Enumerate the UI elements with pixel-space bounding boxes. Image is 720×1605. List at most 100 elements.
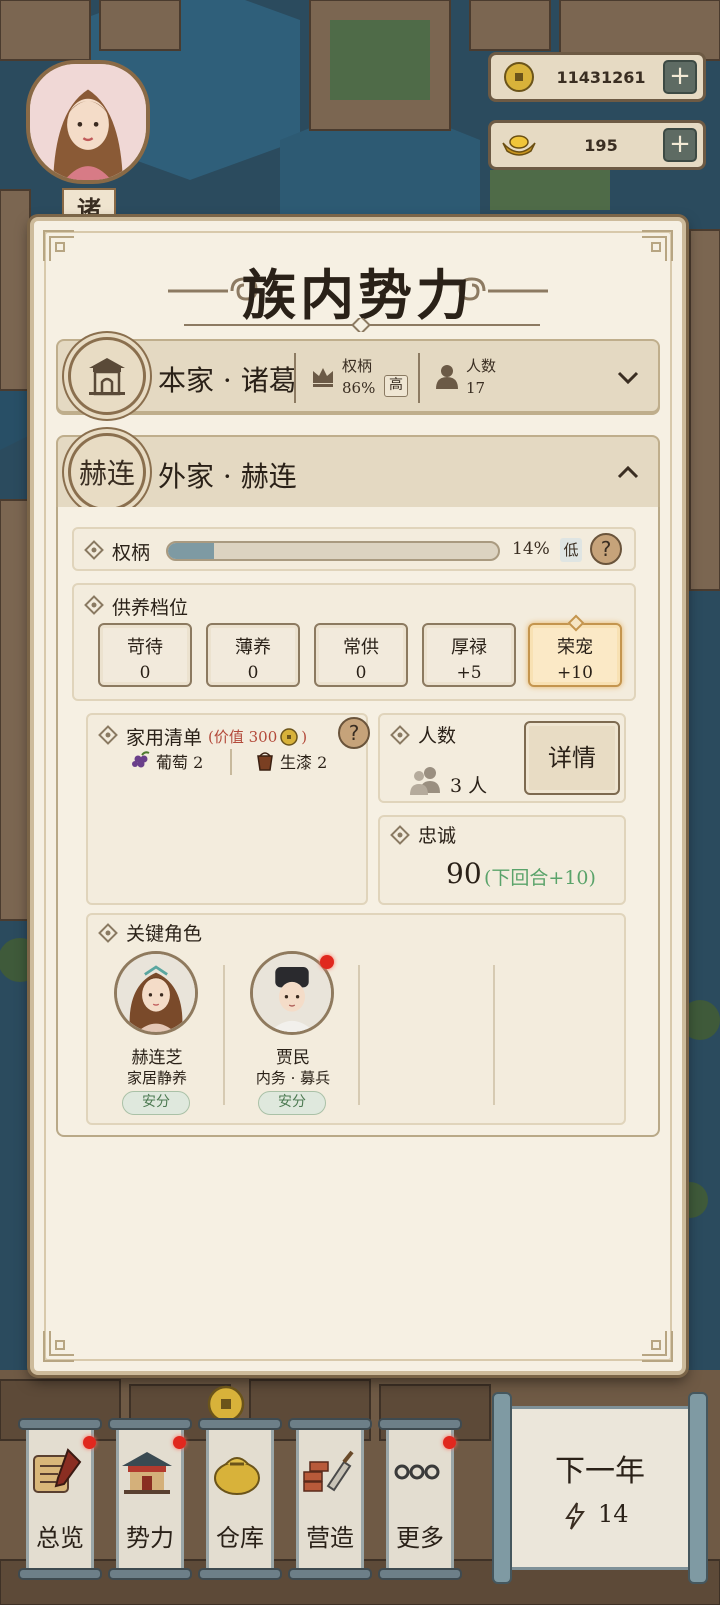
corner-ornament-icon: [640, 1329, 674, 1363]
tier-button-regular[interactable]: 常供 0: [314, 623, 408, 687]
tier-button-meager[interactable]: 薄养 0: [206, 623, 300, 687]
character-role: 内务 · 募兵: [255, 1069, 331, 1087]
notification-dot: [320, 955, 334, 969]
gate-house-icon: [89, 358, 125, 396]
tab-label: 总览: [36, 1524, 84, 1552]
outer-family-details: 权柄 14% 低 ? 供养档位 苛待 0 薄养 0 常供 0 厚禄 +5 荣宠 …: [56, 507, 660, 1137]
diamond-bullet-icon: [98, 725, 118, 745]
power-percent: 14%: [512, 539, 550, 559]
people-group-icon: [408, 765, 442, 795]
add-gold-button[interactable]: +: [663, 128, 697, 162]
main-power-value: 86%: [342, 379, 376, 397]
power-bar-row: 权柄 14% 低 ?: [72, 527, 636, 571]
gold-ingot-icon: [499, 125, 539, 165]
details-button[interactable]: 详情: [524, 721, 620, 795]
character-role: 家居静养: [126, 1069, 187, 1087]
headcount-label: 人数: [418, 725, 457, 747]
main-family-emblem: [68, 337, 146, 415]
main-family-row[interactable]: 本家 · 诸葛 权柄 86% 高 人数 17: [56, 337, 660, 415]
loyalty-box: 忠诚 90 (下回合+10): [378, 815, 626, 905]
avatar-name: 诸: [62, 188, 116, 224]
main-people-value: 17: [466, 379, 486, 397]
diamond-bullet-icon: [390, 725, 410, 745]
person-icon: [434, 363, 460, 389]
household-help-button[interactable]: ?: [338, 717, 370, 749]
tab-label: 仓库: [216, 1524, 264, 1552]
loyalty-label: 忠诚: [418, 825, 457, 847]
main-power-label: 权柄: [342, 357, 373, 375]
grape-icon: [132, 751, 150, 768]
chevron-down-icon[interactable]: [616, 365, 640, 389]
character-card[interactable]: 赫连芝 家居静养 安分: [88, 951, 226, 1115]
avatar-portrait: [26, 60, 150, 184]
gold-ingot-counter: 195 +: [488, 120, 706, 170]
tab-construction[interactable]: 营造: [288, 1418, 372, 1580]
chevron-up-icon[interactable]: [616, 461, 640, 485]
character-status-badge: 安分: [258, 1091, 326, 1115]
headcount-value: 3 人: [450, 775, 488, 797]
power-level-badge: 高: [384, 375, 408, 397]
power-help-button[interactable]: ?: [590, 533, 622, 565]
tab-warehouse[interactable]: 仓库: [198, 1418, 282, 1580]
money-bag-icon: [208, 1442, 266, 1500]
notification-dot: [173, 1436, 186, 1449]
power-label: 权柄: [112, 542, 151, 564]
power-level-badge: 低: [560, 538, 582, 562]
lacquer-bucket-icon: [257, 752, 273, 771]
notification-dot: [443, 1436, 456, 1449]
tab-label: 营造: [306, 1524, 354, 1552]
character-status-badge: 安分: [122, 1091, 190, 1115]
next-year-button[interactable]: 下一年 14: [492, 1392, 708, 1584]
title-underline: [184, 315, 540, 335]
household-item: 生漆 2: [254, 749, 327, 773]
outer-family-name: 外家 · 赫连: [158, 460, 297, 493]
tier-button-generous[interactable]: 厚禄 +5: [422, 623, 516, 687]
selected-marker-icon: [567, 614, 585, 632]
tier-button-harsh[interactable]: 苛待 0: [98, 623, 192, 687]
palace-icon: [118, 1442, 176, 1500]
outer-family-emblem-text: 赫连: [78, 457, 135, 490]
household-label: 家用清单: [126, 727, 203, 749]
support-tier-box: 供养档位 苛待 0 薄养 0 常供 0 厚禄 +5 荣宠 +10: [72, 583, 636, 701]
diamond-bullet-icon: [98, 923, 118, 943]
tab-label: 更多: [396, 1524, 444, 1552]
gold-amount: 195: [584, 135, 618, 155]
diamond-bullet-icon: [390, 825, 410, 845]
tab-overview[interactable]: 总览: [18, 1418, 102, 1580]
diamond-bullet-icon: [84, 540, 104, 560]
clan-power-panel: 族内势力 本家 · 诸葛 权柄 86% 高 人数 17 赫连 外家 · 赫连 权…: [30, 217, 686, 1375]
main-people-label: 人数: [466, 357, 497, 375]
copper-coin-icon: [280, 727, 299, 746]
main-family-name: 本家 · 诸葛: [158, 364, 297, 397]
copper-coin-counter: 11431261 +: [488, 52, 706, 102]
character-portrait: [114, 951, 198, 1035]
player-avatar[interactable]: 诸: [18, 50, 158, 224]
key-roles-box: 关键角色 赫连芝 家居静养 安分 贾民 内务 · 募兵 安分: [86, 913, 626, 1125]
power-progress-bar: [166, 541, 500, 561]
support-tier-label: 供养档位: [112, 597, 189, 619]
more-dots-icon: [388, 1442, 446, 1500]
copper-coin-icon: [499, 57, 539, 97]
scroll-brush-icon: [28, 1442, 86, 1500]
diamond-bullet-icon: [84, 595, 104, 615]
loyalty-value: 90: [446, 857, 482, 890]
character-card[interactable]: 贾民 内务 · 募兵 安分: [224, 951, 362, 1115]
tab-power[interactable]: 势力: [108, 1418, 192, 1580]
household-item: 葡萄 2: [130, 749, 203, 773]
lightning-icon: [564, 1502, 586, 1530]
notification-dot: [83, 1436, 96, 1449]
household-value: (价值 300 ): [208, 727, 308, 747]
tab-more[interactable]: 更多: [378, 1418, 462, 1580]
trowel-bricks-icon: [298, 1442, 356, 1500]
power-progress-fill: [168, 543, 215, 559]
energy-count: 14: [598, 1500, 629, 1528]
tier-button-favored[interactable]: 荣宠 +10: [528, 614, 622, 687]
character-name: 贾民: [276, 1048, 310, 1068]
add-coins-button[interactable]: +: [663, 60, 697, 94]
outer-family-emblem: 赫连: [68, 433, 146, 511]
crown-icon: [310, 363, 336, 389]
key-roles-label: 关键角色: [126, 923, 203, 945]
outer-family-row[interactable]: 赫连 外家 · 赫连: [56, 433, 660, 511]
household-list-box: 家用清单 (价值 300 ) ? 葡萄 2 生漆 2: [86, 713, 370, 905]
character-name: 赫连芝: [131, 1048, 183, 1068]
